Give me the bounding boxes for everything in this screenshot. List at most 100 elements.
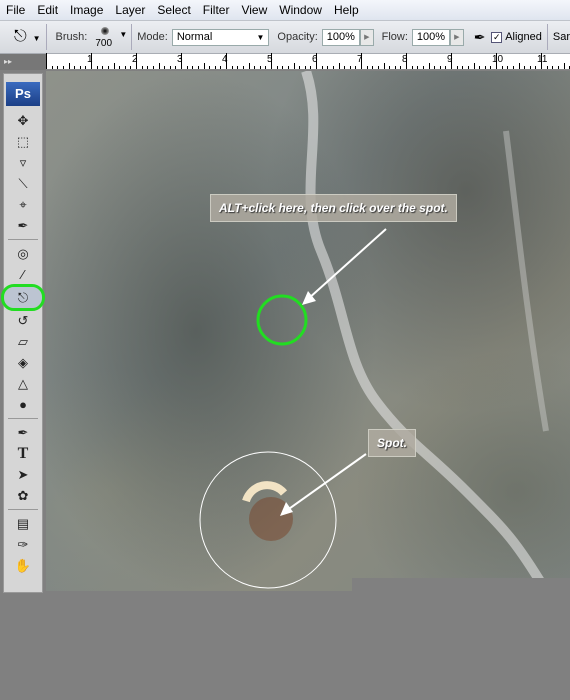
move-tool-icon[interactable]: ✥ [4, 110, 42, 131]
notes-tool-icon[interactable]: ▤ [4, 513, 42, 534]
ruler-tick [237, 66, 239, 69]
divider [8, 418, 38, 419]
dodge-tool-icon[interactable]: ● [4, 394, 42, 415]
ruler-tick [192, 66, 194, 69]
ruler-tick [214, 66, 216, 69]
custom-shape-tool-icon[interactable]: ✿ [4, 485, 42, 506]
marquee-tool-icon[interactable]: ⬚ [4, 131, 42, 152]
tools-panel: Ps ✥ ⬚ ▿ ⟍ ⌖ ✒ ◎ ⁄ ⎋ ↺ ▱ ◈ △ ● ✒ T ➤ ✿ ▤… [1, 73, 45, 593]
slice-tool-icon[interactable]: ✒ [4, 215, 42, 236]
menu-window[interactable]: Window [279, 3, 322, 17]
ruler-label: 8 [402, 54, 408, 65]
ruler-tick [85, 66, 87, 69]
ruler-tick [57, 66, 59, 69]
ruler-tick [287, 66, 289, 69]
healing-brush-tool-icon[interactable]: ◎ [4, 243, 42, 264]
ps-logo: Ps [6, 82, 40, 106]
flow-label: Flow: [381, 31, 408, 43]
ruler-tick [422, 66, 424, 69]
ruler-tick [428, 63, 430, 69]
eraser-tool-icon[interactable]: ▱ [4, 331, 42, 352]
menu-layer[interactable]: Layer [115, 3, 145, 17]
menu-image[interactable]: Image [70, 3, 103, 17]
ruler-tick [355, 66, 357, 69]
magic-wand-tool-icon[interactable]: ⟍ [4, 173, 42, 194]
ruler-tick [546, 66, 548, 69]
paint-bucket-tool-icon[interactable]: ◈ [4, 352, 42, 373]
ruler-tick [169, 66, 171, 69]
history-brush-tool-icon[interactable]: ↺ [4, 310, 42, 331]
callout-alt-click: ALT+click here, then click over the spot… [210, 194, 457, 222]
ruler-tick [456, 66, 458, 69]
aligned-label: Aligned [505, 31, 542, 43]
ruler-tick [79, 66, 81, 69]
chevron-down-icon: ▼ [119, 30, 128, 39]
ruler-tick [141, 66, 143, 69]
crop-tool-icon[interactable]: ⌖ [4, 194, 42, 215]
ruler-tick [557, 66, 559, 69]
ruler-tick [254, 66, 256, 69]
pen-tool-icon[interactable]: ✒ [4, 422, 42, 443]
options-bar: ⎋ ▼ Brush: 700 ▼ Mode: Normal ▼ Opacity: 1… [0, 20, 570, 54]
ruler-tick [119, 66, 121, 69]
ruler-tick [74, 66, 76, 69]
ruler-tick [552, 66, 554, 69]
chevron-down-icon: ▼ [256, 32, 265, 42]
ruler-tick [310, 66, 312, 69]
arrow-line [285, 453, 367, 512]
hand-tool-icon[interactable]: ✋ [4, 555, 42, 576]
document-canvas[interactable]: ALT+click here, then click over the spot… [46, 71, 570, 591]
eyedropper-tool-icon[interactable]: ✑ [4, 534, 42, 555]
opacity-label: Opacity: [277, 31, 318, 43]
aligned-checkbox[interactable]: ✓ [491, 31, 503, 43]
menu-filter[interactable]: Filter [203, 3, 230, 17]
menu-select[interactable]: Select [157, 3, 190, 17]
menu-view[interactable]: View [241, 3, 267, 17]
type-tool-icon[interactable]: T [4, 443, 42, 464]
ruler-tick [259, 66, 261, 69]
ruler-tick [164, 66, 166, 69]
clone-stamp-tool-icon[interactable]: ⎋ [1, 284, 45, 311]
ruler-label: 3 [177, 54, 183, 65]
menu-edit[interactable]: Edit [37, 3, 58, 17]
texture-vein [503, 130, 549, 432]
ruler-tick [107, 66, 109, 69]
menu-help[interactable]: Help [334, 3, 359, 17]
ruler-tick [175, 66, 177, 69]
brush-tip-icon [101, 27, 110, 35]
ruler-tick [321, 66, 323, 69]
divider [8, 239, 38, 240]
mode-select[interactable]: Normal ▼ [171, 28, 270, 46]
canvas-overlay [199, 71, 551, 591]
flow-input[interactable]: 100% [411, 28, 451, 46]
panel-collapse-button[interactable]: ▸▸ [0, 54, 46, 70]
ruler-tick [220, 66, 222, 69]
ruler-tick [46, 53, 47, 69]
blur-tool-icon[interactable]: △ [4, 373, 42, 394]
path-selection-tool-icon[interactable]: ➤ [4, 464, 42, 485]
ruler-tick [462, 66, 464, 69]
ruler-tick [389, 66, 391, 69]
ruler-tick [501, 66, 503, 69]
lasso-tool-icon[interactable]: ▿ [4, 152, 42, 173]
flow-slider-button[interactable]: ▶ [450, 28, 464, 46]
mode-value: Normal [176, 30, 213, 43]
brush-size: 700 [95, 38, 113, 49]
opacity-input[interactable]: 100% [321, 28, 360, 46]
airbrush-icon[interactable]: ✒ [474, 29, 486, 46]
brush-tool-icon[interactable]: ⁄ [4, 264, 42, 285]
ruler-tick [349, 66, 351, 69]
menu-file[interactable]: File [6, 3, 25, 17]
brush-picker[interactable]: 700 ▼ [87, 22, 128, 52]
source-highlight-circle [256, 294, 308, 346]
ruler-tick [473, 63, 475, 69]
callout-spot: Spot. [368, 429, 416, 457]
opacity-slider-button[interactable]: ▶ [359, 28, 374, 46]
ruler-tick [439, 66, 441, 69]
ruler-tick [113, 63, 115, 69]
ruler-tick [51, 66, 53, 69]
tool-preset-picker[interactable]: ⎋ ▼ [14, 28, 41, 46]
ruler-tick [507, 66, 509, 69]
horizontal-ruler: ▸▸ 1 2 3 4 5 6 7 8 9 10 11 [0, 53, 570, 70]
ruler-tick [152, 66, 154, 69]
